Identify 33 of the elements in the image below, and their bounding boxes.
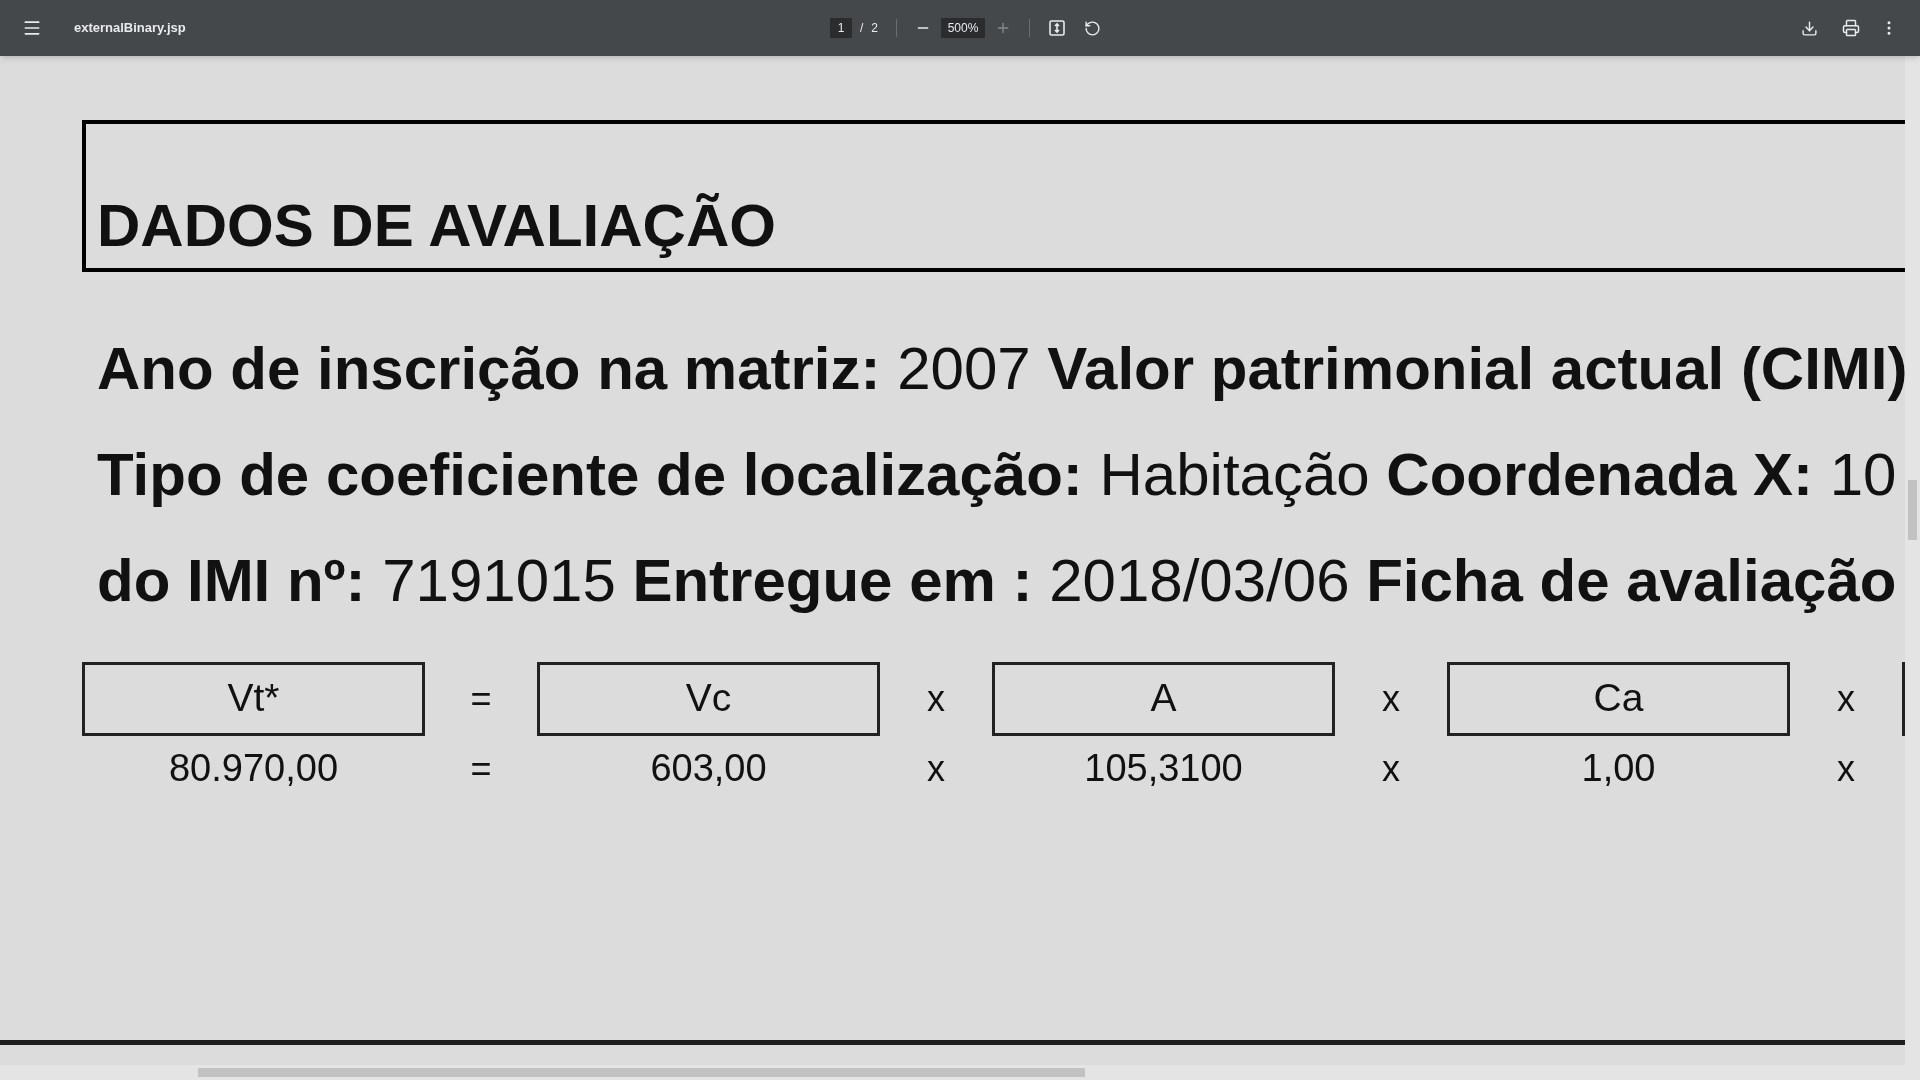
formula-operator: x (926, 746, 946, 791)
formula-operator: x (1381, 746, 1401, 791)
print-icon[interactable] (1842, 19, 1860, 37)
formula-operator: x (1381, 677, 1401, 721)
formula-value: 105,3100 (1084, 746, 1243, 791)
formula-header-cell: Vc (537, 662, 880, 736)
vertical-scrollbar[interactable] (1905, 56, 1920, 1065)
scrollbar-thumb[interactable] (198, 1068, 1085, 1077)
info-line: Tipo de coeficiente de localização: Habitação Coordenada X: 10 (97, 440, 1897, 510)
scrollbar-thumb[interactable] (1908, 480, 1917, 540)
formula-header-cell: Vt* (82, 662, 425, 736)
formula-header-cell: Ca (1447, 662, 1790, 736)
formula-operator: = (469, 677, 493, 721)
horizontal-scrollbar[interactable] (0, 1065, 1920, 1080)
page-total: 2 (871, 20, 878, 37)
formula-header-cell: A (992, 662, 1335, 736)
formula-operator: x (1836, 746, 1856, 791)
page-number-field[interactable]: 1 (829, 18, 852, 38)
formula-operator: x (1836, 677, 1856, 721)
download-icon[interactable] (1801, 19, 1818, 37)
rotate-icon[interactable] (1084, 19, 1101, 37)
formula-operator: x (926, 677, 946, 721)
page-separator: / (859, 20, 864, 37)
info-line: do IMI nº: 7191015 Entregue em : 2018/03/06 Ficha de avaliação (97, 546, 1897, 616)
fit-page-icon[interactable] (1048, 19, 1066, 37)
formula-operator: = (469, 746, 493, 791)
formula-value: 80.970,00 (168, 746, 339, 791)
zoom-field[interactable]: 500% (941, 18, 985, 38)
formula-value: 1,00 (1581, 746, 1656, 791)
info-line: Ano de inscrição na matriz: 2007 Valor patrimonial actual (CIMI) (97, 334, 1905, 404)
menu-icon[interactable] (22, 18, 42, 38)
document-title: externalBinary.jsp (74, 19, 186, 38)
formula-value: 603,00 (650, 746, 767, 791)
